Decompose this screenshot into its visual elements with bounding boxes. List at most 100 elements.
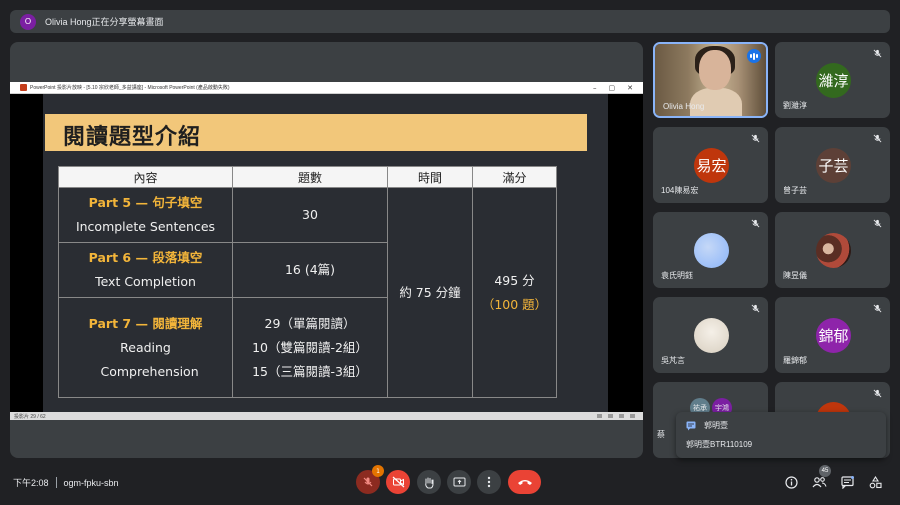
part-desc: Text Completion	[95, 274, 196, 289]
mic-button[interactable]: 1	[356, 465, 384, 494]
participant-tile[interactable]: 袁氏明鈺	[653, 212, 768, 288]
slide-counter: 投影片 29 / 62	[14, 413, 46, 420]
avatar: 濰淳	[816, 63, 851, 98]
mic-off-icon	[873, 304, 882, 313]
count-cell: 30	[232, 187, 388, 243]
view-slideshow-icon	[630, 414, 635, 418]
window-controls: – ▢ ✕	[593, 84, 643, 92]
powerpoint-icon	[20, 84, 27, 91]
mic-off-icon	[873, 134, 882, 143]
slide-area: 閱讀題型介紹 內容 題數 時間 滿分 Part 5 — 句子填空 Incompl…	[10, 94, 643, 412]
slide: 閱讀題型介紹 內容 題數 時間 滿分 Part 5 — 句子填空 Incompl…	[43, 94, 608, 412]
more-options-button[interactable]	[477, 470, 501, 494]
presenter-avatar: O	[20, 13, 36, 30]
clock: 下午2:08	[13, 478, 49, 488]
participant-tile[interactable]: 陳昱儀	[775, 212, 890, 288]
time-cell: 約 75 分鐘	[387, 187, 473, 398]
count-cell: 16 (4篇)	[232, 242, 388, 298]
notification-sender-row: 郭明壹	[686, 420, 876, 431]
chat-icon	[686, 421, 696, 430]
camera-off-icon	[392, 476, 404, 488]
avatar	[694, 318, 729, 353]
score-value: 495 分	[494, 272, 535, 288]
count-line: 15（三篇閱讀-3組）	[252, 363, 368, 379]
present-button[interactable]	[447, 470, 471, 494]
participant-name: 曾子芸	[783, 186, 807, 195]
participant-name: 劉濰淳	[783, 101, 807, 110]
divider	[55, 477, 57, 488]
part-label: Part 6 — 段落填空	[88, 250, 203, 265]
participant-tile-olivia[interactable]: Olivia Hong	[653, 42, 768, 118]
present-icon	[453, 477, 465, 486]
maximize-icon: ▢	[608, 83, 616, 92]
score-sub: （100 題）	[481, 296, 548, 312]
header-score: 滿分	[472, 166, 557, 188]
slide-title-bar: 閱讀題型介紹	[45, 114, 587, 151]
participant-tile[interactable]: 錦郁 羅錦郁	[775, 297, 890, 373]
avatar	[816, 233, 851, 268]
hangup-icon	[517, 480, 532, 485]
header-content: 內容	[58, 166, 233, 188]
participant-tile[interactable]: 易宏 104陳易宏	[653, 127, 768, 203]
participant-name: Olivia Hong	[663, 102, 705, 111]
avatar	[694, 233, 729, 268]
avatar: 錦郁	[816, 318, 851, 353]
close-icon: ✕	[627, 83, 633, 92]
participant-name: 104陳易宏	[661, 186, 699, 195]
participant-name: 陳昱儀	[783, 271, 807, 280]
slide-title: 閱讀題型介紹	[63, 125, 202, 150]
presentation-stage[interactable]: PowerPoint 投影片放映 - [5.10 宗欣老師_多益講座] - Mi…	[10, 42, 643, 458]
avatar: 易宏	[694, 148, 729, 183]
minimize-icon: –	[593, 83, 597, 92]
share-banner-text: Olivia Hong正在分享螢幕畫面	[45, 17, 164, 27]
more-icon	[487, 476, 491, 488]
mic-off-icon	[873, 49, 882, 58]
chat-notification[interactable]: 郭明壹 郭明壹BTR110109	[676, 412, 886, 458]
camera-button[interactable]	[386, 470, 410, 494]
avatar: 子芸	[816, 148, 851, 183]
participant-name: 羅錦郁	[783, 356, 807, 365]
header-time: 時間	[387, 166, 473, 188]
mic-off-icon	[751, 219, 760, 228]
people-icon	[812, 477, 827, 488]
meeting-info: 下午2:08 ogm-fpku-sbn	[13, 476, 119, 489]
notification-message: 郭明壹BTR110109	[686, 440, 753, 449]
activities-icon	[869, 475, 882, 488]
score-cell: 495 分 （100 題）	[472, 187, 557, 398]
ppt-status-bar: 投影片 29 / 62	[10, 412, 643, 420]
reading-sections-table: 內容 題數 時間 滿分 Part 5 — 句子填空 Incomplete Sen…	[58, 166, 557, 398]
part-desc: Incomplete Sentences	[75, 219, 216, 234]
view-reading-icon	[619, 414, 624, 418]
part-cell: Part 7 — 閱讀理解 Reading Comprehension	[58, 297, 233, 398]
participant-tile[interactable]: 濰淳 劉濰淳	[775, 42, 890, 118]
mic-off-icon	[751, 134, 760, 143]
part-label: Part 5 — 句子填空	[88, 195, 203, 210]
table-row: Part 5 — 句子填空 Incomplete Sentences 30 約 …	[58, 187, 557, 398]
participant-tile[interactable]: 子芸 曾子芸	[775, 127, 890, 203]
ppt-titlebar: PowerPoint 投影片放映 - [5.10 宗欣老師_多益講座] - Mi…	[10, 82, 643, 94]
activities-button[interactable]	[867, 474, 883, 490]
mic-badge: 1	[372, 465, 384, 477]
meeting-details-button[interactable]	[783, 474, 799, 490]
header-count: 題數	[232, 166, 388, 188]
count-cell: 29（單篇閱讀） 10（雙篇閱讀-2組） 15（三篇閱讀-3組）	[232, 297, 388, 398]
notification-sender: 郭明壹	[704, 421, 728, 430]
mic-off-icon	[873, 389, 882, 398]
ppt-window-title: PowerPoint 投影片放映 - [5.10 宗欣老師_多益講座] - Mi…	[30, 85, 230, 91]
mic-off-icon	[751, 304, 760, 313]
powerpoint-window: PowerPoint 投影片放映 - [5.10 宗欣老師_多益講座] - Mi…	[10, 82, 643, 420]
chat-icon	[840, 475, 854, 489]
part-cell: Part 6 — 段落填空 Text Completion	[58, 242, 233, 298]
meeting-code: ogm-fpku-sbn	[63, 477, 119, 488]
mic-off-icon	[363, 477, 373, 487]
video-face	[699, 50, 731, 90]
chat-button[interactable]	[839, 474, 855, 490]
participant-tile[interactable]: 吳芃言	[653, 297, 768, 373]
hand-icon	[425, 477, 434, 488]
leave-call-button[interactable]	[508, 470, 541, 494]
mic-off-icon	[873, 219, 882, 228]
speaking-icon	[747, 49, 761, 63]
raise-hand-button[interactable]	[417, 470, 441, 494]
ppt-status-icons	[597, 414, 643, 418]
share-banner: O Olivia Hong正在分享螢幕畫面	[10, 10, 890, 33]
